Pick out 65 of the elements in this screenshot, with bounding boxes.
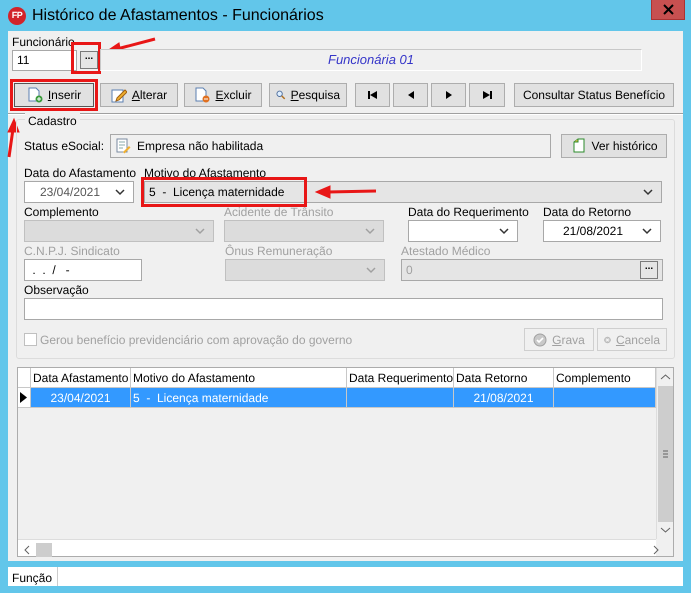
page-minus-icon (194, 87, 210, 103)
column-header[interactable]: Data Afastamento (31, 368, 131, 388)
field-label: Status eSocial: (24, 139, 104, 153)
code-field[interactable]: 11 (12, 50, 77, 70)
app-logo: FP (8, 6, 26, 24)
column-header[interactable]: Complemento (554, 368, 656, 388)
close-button[interactable] (651, 0, 685, 20)
status-button[interactable]: Consultar Status Benefício (514, 83, 674, 107)
last-button[interactable] (469, 83, 505, 107)
previous-icon (406, 90, 414, 100)
horizontal-scrollbar[interactable] (18, 539, 656, 556)
lookup-button[interactable]: ... (80, 51, 98, 69)
delete-button[interactable]: Excluir (184, 83, 262, 107)
employee-name-field: Funcionária 01 (100, 49, 642, 71)
field-label: Complemento (24, 205, 99, 219)
close-icon (662, 4, 674, 15)
field-value: 5 - Licença maternidade (149, 184, 284, 201)
text-field[interactable]: . . / - (24, 259, 142, 281)
edit-button[interactable]: Alterar (100, 83, 178, 107)
field-label: Data do Retorno (543, 205, 632, 219)
column-header[interactable]: Motivo do Afastamento (131, 368, 347, 388)
status-text: Empresa não habilitada (137, 138, 264, 155)
first-button[interactable] (355, 83, 390, 107)
table-cell: 5 - Licença maternidade (131, 388, 347, 408)
dropdown-field[interactable]: 23/04/2021 (24, 181, 134, 203)
table-cell: 23/04/2021 (31, 388, 131, 408)
history-button[interactable]: Ver histórico (561, 134, 668, 158)
field-label: Data do Afastamento (24, 166, 136, 180)
next-button[interactable] (431, 83, 466, 107)
first-icon (368, 90, 378, 100)
pencil-icon (110, 87, 127, 103)
dropdown-field[interactable] (408, 220, 518, 242)
lookup-field[interactable]: 0 ... (401, 259, 663, 281)
field-label: Motivo do Afastamento (144, 166, 266, 180)
field-label: Ônus Remuneração (225, 244, 332, 258)
check-icon (533, 332, 548, 346)
field-label: Funcionário (12, 35, 75, 49)
window-title: Histórico de Afastamentos - Funcionários (32, 6, 324, 26)
arrow (316, 186, 378, 198)
field-label: Data do Requerimento (408, 205, 529, 219)
field-value: 21/08/2021 (562, 223, 624, 240)
last-icon (482, 90, 492, 100)
table-cell: 21/08/2021 (454, 388, 554, 408)
insert-button[interactable]: Inserir (14, 83, 94, 107)
status-bar-panel: Função (8, 567, 58, 586)
column-header[interactable]: Data Requerimento (347, 368, 454, 388)
search-button[interactable]: Pesquisa (269, 83, 347, 107)
next-icon (444, 90, 452, 100)
checkbox-label: Gerou benefício previdenciário com aprovação do governo (40, 332, 352, 348)
arrow (6, 119, 18, 159)
document-icon (570, 138, 586, 154)
new-page-icon (26, 87, 43, 103)
previous-button[interactable] (393, 83, 428, 107)
field-label: Observação (24, 283, 89, 297)
field-value: 0 (406, 262, 413, 279)
lookup-button[interactable]: ... (640, 261, 658, 279)
field-label: Acidente de Trânsito (224, 205, 334, 219)
field-label: Atestado Médico (401, 244, 490, 258)
dropdown-field[interactable]: 5 - Licença maternidade (144, 181, 662, 203)
document-icon (115, 138, 132, 154)
column-header[interactable]: Data Retorno (454, 368, 554, 388)
dropdown-field[interactable]: 21/08/2021 (543, 220, 661, 242)
field-label: C.N.P.J. Sindicato (24, 244, 120, 258)
field-value: 23/04/2021 (40, 184, 100, 201)
observation-field[interactable] (24, 298, 663, 320)
